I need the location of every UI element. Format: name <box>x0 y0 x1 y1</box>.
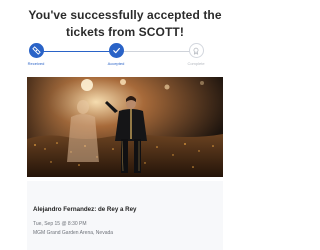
page-title: You've successfully accepted the tickets… <box>0 7 250 41</box>
step-label: Complete <box>187 61 205 66</box>
badge-icon <box>188 43 204 58</box>
step-received: Received <box>6 43 66 66</box>
step-accepted: Accepted <box>86 43 146 66</box>
step-label: Received <box>27 61 45 66</box>
ticket-icon <box>28 43 44 58</box>
progress-stepper: Received Accepted Complete <box>0 43 250 69</box>
title-line-2: tickets from SCOTT! <box>66 25 184 39</box>
check-icon <box>108 43 124 58</box>
event-date: Tue, Sep 15 @ 8:30 PM <box>33 221 87 227</box>
event-image <box>27 77 223 177</box>
step-complete: Complete <box>166 43 226 66</box>
title-line-1: You've successfully accepted the <box>28 8 222 22</box>
event-venue: MGM Grand Garden Arena, Nevada <box>33 230 114 236</box>
event-title: Alejandro Fernandez: de Rey a Rey <box>33 206 137 213</box>
ticket-accepted-page: You've successfully accepted the tickets… <box>0 0 250 250</box>
step-label: Accepted <box>107 61 125 66</box>
event-card[interactable]: Alejandro Fernandez: de Rey a Rey Tue, S… <box>27 181 223 250</box>
